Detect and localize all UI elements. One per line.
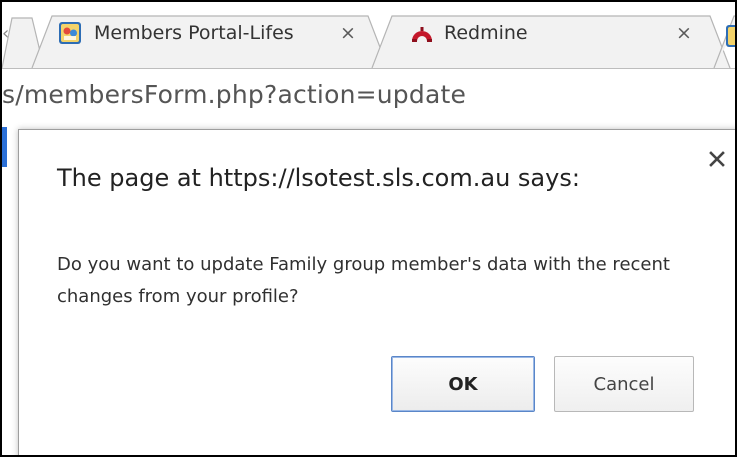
tab-close-icon[interactable]: ×	[676, 24, 692, 43]
ok-button[interactable]: OK	[391, 356, 535, 412]
tab-title: Members Portal-Lifes	[94, 22, 294, 44]
page-content-edge	[2, 127, 7, 167]
tab-partial-left[interactable]: ‹	[2, 16, 9, 50]
tab-title: Redmine	[444, 22, 528, 44]
dialog-title: The page at https://lsotest.sls.com.au s…	[57, 164, 580, 192]
tab-strip: ‹ Members Portal-Lifes × Redmine ×	[2, 2, 735, 68]
partial-close-glyph: ‹	[2, 22, 10, 44]
members-portal-favicon-icon	[59, 22, 81, 44]
dialog-message: Do you want to update Family group membe…	[57, 254, 670, 307]
cancel-button[interactable]: Cancel	[554, 356, 694, 412]
address-bar[interactable]: s/membersForm.php?action=update	[2, 68, 735, 125]
tab-redmine[interactable]: Redmine ×	[410, 16, 710, 50]
tab-members-portal[interactable]: Members Portal-Lifes ×	[58, 16, 370, 50]
tab-close-icon[interactable]: ×	[340, 24, 356, 43]
url-text[interactable]: s/membersForm.php?action=update	[2, 80, 466, 109]
partial-tab-favicon-icon	[726, 25, 735, 47]
browser-window: ‹ Members Portal-Lifes × Redmine × s/mem…	[0, 0, 737, 457]
alert-dialog: The page at https://lsotest.sls.com.au s…	[18, 129, 735, 455]
redmine-favicon-icon	[412, 27, 432, 42]
close-icon[interactable]	[705, 147, 729, 171]
